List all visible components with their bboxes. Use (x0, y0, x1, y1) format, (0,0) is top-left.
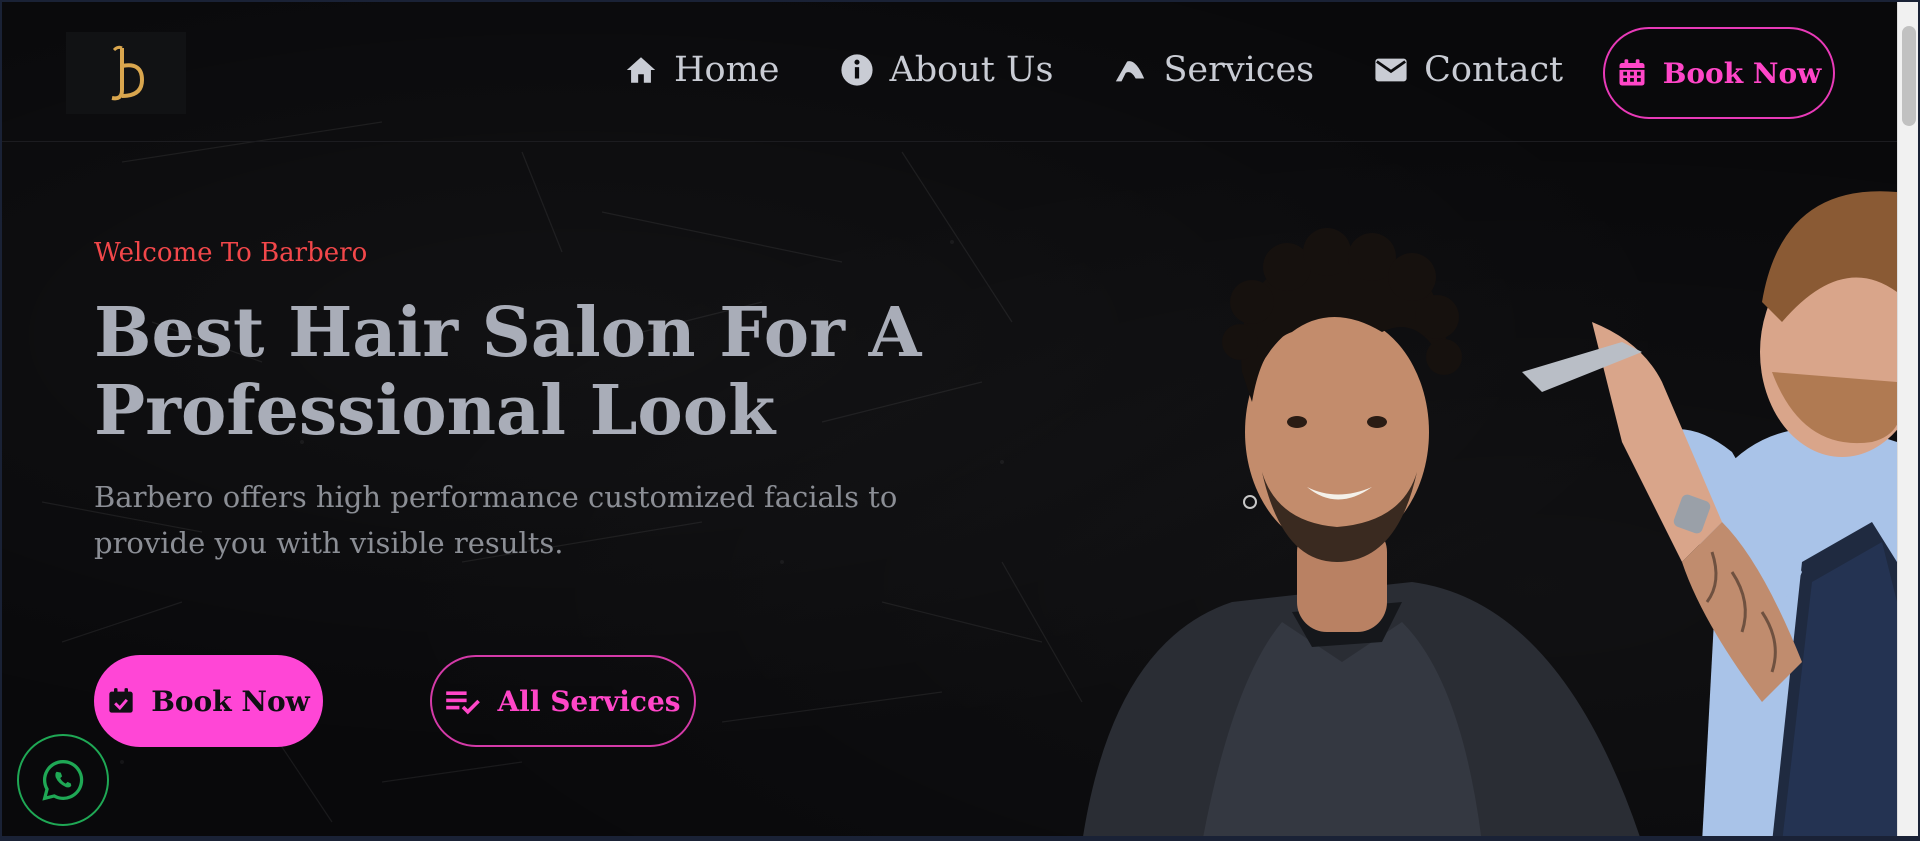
calendar-icon (1619, 59, 1645, 86)
nav-item-label: Home (674, 50, 780, 90)
nav-item-contact[interactable]: Contact (1374, 50, 1563, 90)
hero-book-now-button[interactable]: Book Now (94, 655, 323, 747)
main-nav: Home About Us Services Contact (624, 50, 1623, 90)
checklist-icon (446, 691, 481, 715)
razor-icon (1116, 61, 1145, 82)
hero-subtitle: Barbero offers high performance customiz… (94, 480, 898, 560)
hero-barber-photo (1083, 191, 1897, 836)
site-header: Home About Us Services Contact Book Now (2, 2, 1897, 142)
hero-book-now-label: Book Now (151, 684, 310, 718)
all-services-button[interactable]: All Services (430, 655, 696, 747)
nav-item-label: Services (1163, 50, 1315, 90)
all-services-label: All Services (497, 684, 681, 718)
home-icon (626, 57, 656, 83)
header-book-now-button[interactable]: Book Now (1603, 27, 1835, 119)
calendar-check-icon (109, 688, 133, 713)
nav-item-label: Contact (1424, 50, 1564, 90)
site-logo[interactable] (66, 32, 186, 114)
nav-item-about[interactable]: About Us (840, 50, 1054, 90)
whatsapp-button[interactable] (17, 734, 109, 826)
hero-eyebrow: Welcome To Barbero (94, 238, 368, 268)
page-scrollbar[interactable] (1897, 2, 1918, 836)
nav-item-label: About Us (889, 50, 1054, 90)
whatsapp-icon (42, 760, 84, 801)
hero-headline-line: Best Hair Salon For A (94, 293, 922, 373)
nav-item-home[interactable]: Home (624, 50, 780, 90)
page: Home About Us Services Contact Book Now … (0, 0, 1920, 841)
barbero-logo-icon (111, 45, 145, 101)
header-book-now-label: Book Now (1662, 56, 1822, 90)
nav-item-services[interactable]: Services (1113, 50, 1314, 90)
hero-headline: Best Hair Salon For A Professional Look (94, 294, 994, 450)
envelope-icon (1375, 58, 1407, 82)
scrollbar-thumb[interactable] (1902, 26, 1916, 126)
info-icon (840, 54, 873, 86)
hero-headline-line: Professional Look (94, 371, 776, 451)
